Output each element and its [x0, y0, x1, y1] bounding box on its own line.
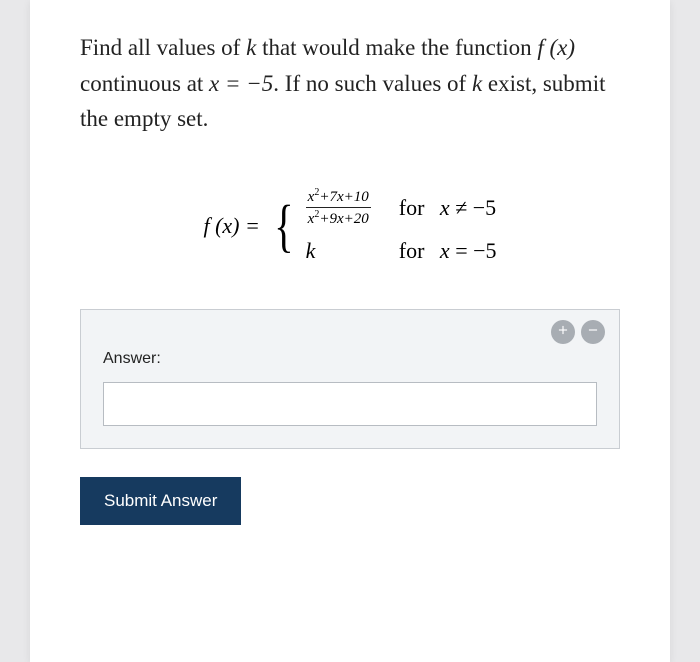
fn-lhs: f (x) =	[203, 213, 259, 239]
remove-answer-button[interactable]	[581, 320, 605, 344]
add-answer-button[interactable]	[551, 320, 575, 344]
piece-2: k	[306, 238, 371, 264]
piece-2-k: k	[306, 238, 316, 263]
fraction-bar	[306, 207, 371, 208]
q-text: continuous at	[80, 71, 209, 96]
function-definition: f (x) = { x2+7x+10 x2+9x+20 for x ≠ −5 k…	[80, 187, 620, 265]
cond-for: for	[399, 238, 425, 263]
submit-answer-button[interactable]: Submit Answer	[80, 477, 241, 525]
minus-icon	[586, 323, 600, 342]
plus-icon	[556, 323, 570, 342]
q-eq: x = −5	[209, 71, 273, 96]
q-var-k2: k	[472, 71, 482, 96]
q-text: Find all values of	[80, 35, 246, 60]
pieces-grid: x2+7x+10 x2+9x+20 for x ≠ −5 k for x = −…	[306, 187, 497, 265]
condition-1: for x ≠ −5	[399, 195, 497, 221]
fraction-numerator: x2+7x+10	[306, 187, 371, 206]
piece-1-fraction: x2+7x+10 x2+9x+20	[306, 187, 371, 229]
left-brace-icon: {	[274, 200, 293, 252]
fraction-denominator: x2+9x+20	[306, 209, 371, 228]
problem-card: Find all values of k that would make the…	[30, 0, 670, 662]
answer-input[interactable]	[103, 382, 597, 426]
answer-box: Answer:	[80, 309, 620, 449]
answer-label: Answer:	[103, 350, 597, 368]
cond-for: for	[399, 195, 425, 220]
q-var-k: k	[246, 35, 256, 60]
condition-2: for x = −5	[399, 238, 497, 264]
q-text: that would make the function	[256, 35, 537, 60]
q-text: . If no such values of	[273, 71, 472, 96]
answer-controls	[551, 320, 605, 344]
question-text: Find all values of k that would make the…	[80, 30, 620, 137]
q-fn: f (x)	[537, 35, 575, 60]
piecewise-wrap: { x2+7x+10 x2+9x+20 for x ≠ −5 k for x =…	[270, 187, 497, 265]
